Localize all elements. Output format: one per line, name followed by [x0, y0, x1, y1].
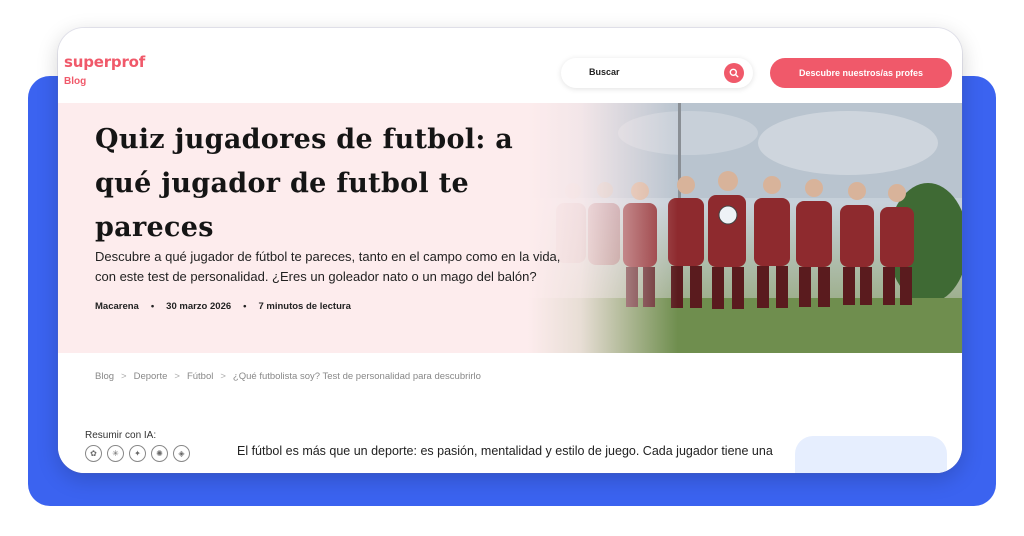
superprof-logo[interactable]: superprof — [64, 53, 145, 71]
breadcrumb-item-deporte[interactable]: Deporte — [134, 371, 168, 382]
breadcrumb-item-current: ¿Qué futbolista soy? Test de personalida… — [232, 371, 481, 382]
chevron-right-icon: > — [121, 371, 127, 382]
perplexity-icon[interactable]: ✳ — [107, 445, 124, 462]
blog-label[interactable]: Blog — [64, 76, 86, 87]
find-tutors-button[interactable]: Descubre nuestros/as profes — [770, 58, 952, 88]
breadcrumb: Blog > Deporte > Fútbol > ¿Qué futbolist… — [95, 371, 481, 382]
article-meta: Macarena • 30 marzo 2026 • 7 minutos de … — [95, 301, 351, 312]
search-input[interactable]: Buscar — [561, 58, 753, 88]
search-placeholder: Buscar — [589, 67, 620, 77]
author-name[interactable]: Macarena — [95, 301, 139, 312]
article-content: Blog > Deporte > Fútbol > ¿Qué futbolist… — [58, 353, 962, 473]
article-description: Descubre a qué jugador de fútbol te pare… — [95, 249, 561, 284]
site-header: superprof Blog Buscar Descubre nuestros/… — [58, 28, 962, 103]
breadcrumb-item-blog[interactable]: Blog — [95, 371, 114, 382]
browser-window: superprof Blog Buscar Descubre nuestros/… — [58, 28, 962, 473]
search-button[interactable] — [724, 63, 744, 83]
ai-summary-label: Resumir con IA: — [85, 430, 157, 441]
chevron-right-icon: > — [220, 371, 226, 382]
claude-icon[interactable]: ✺ — [151, 445, 168, 462]
chatgpt-icon[interactable]: ✿ — [85, 445, 102, 462]
grok-icon[interactable]: ◈ — [173, 445, 190, 462]
chevron-right-icon: > — [174, 371, 180, 382]
ai-summary-buttons: ✿ ✳ ✦ ✺ ◈ — [85, 445, 190, 462]
publish-date: 30 marzo 2026 — [166, 301, 232, 312]
gemini-icon[interactable]: ✦ — [129, 445, 146, 462]
page-title: Quiz jugadores de futbol: a qué jugador … — [95, 124, 514, 243]
meta-separator: • — [150, 301, 155, 312]
article-first-line: El fútbol es más que un deporte: es pasi… — [237, 444, 773, 458]
screenshot-stage: superprof Blog Buscar Descubre nuestros/… — [0, 0, 1024, 536]
search-icon — [729, 68, 739, 78]
reading-time: 7 minutos de lectura — [258, 301, 351, 312]
hero-banner: Quiz jugadores de futbol: a qué jugador … — [58, 103, 962, 353]
side-card — [795, 436, 947, 473]
meta-separator: • — [243, 301, 247, 312]
breadcrumb-item-futbol[interactable]: Fútbol — [187, 371, 213, 382]
